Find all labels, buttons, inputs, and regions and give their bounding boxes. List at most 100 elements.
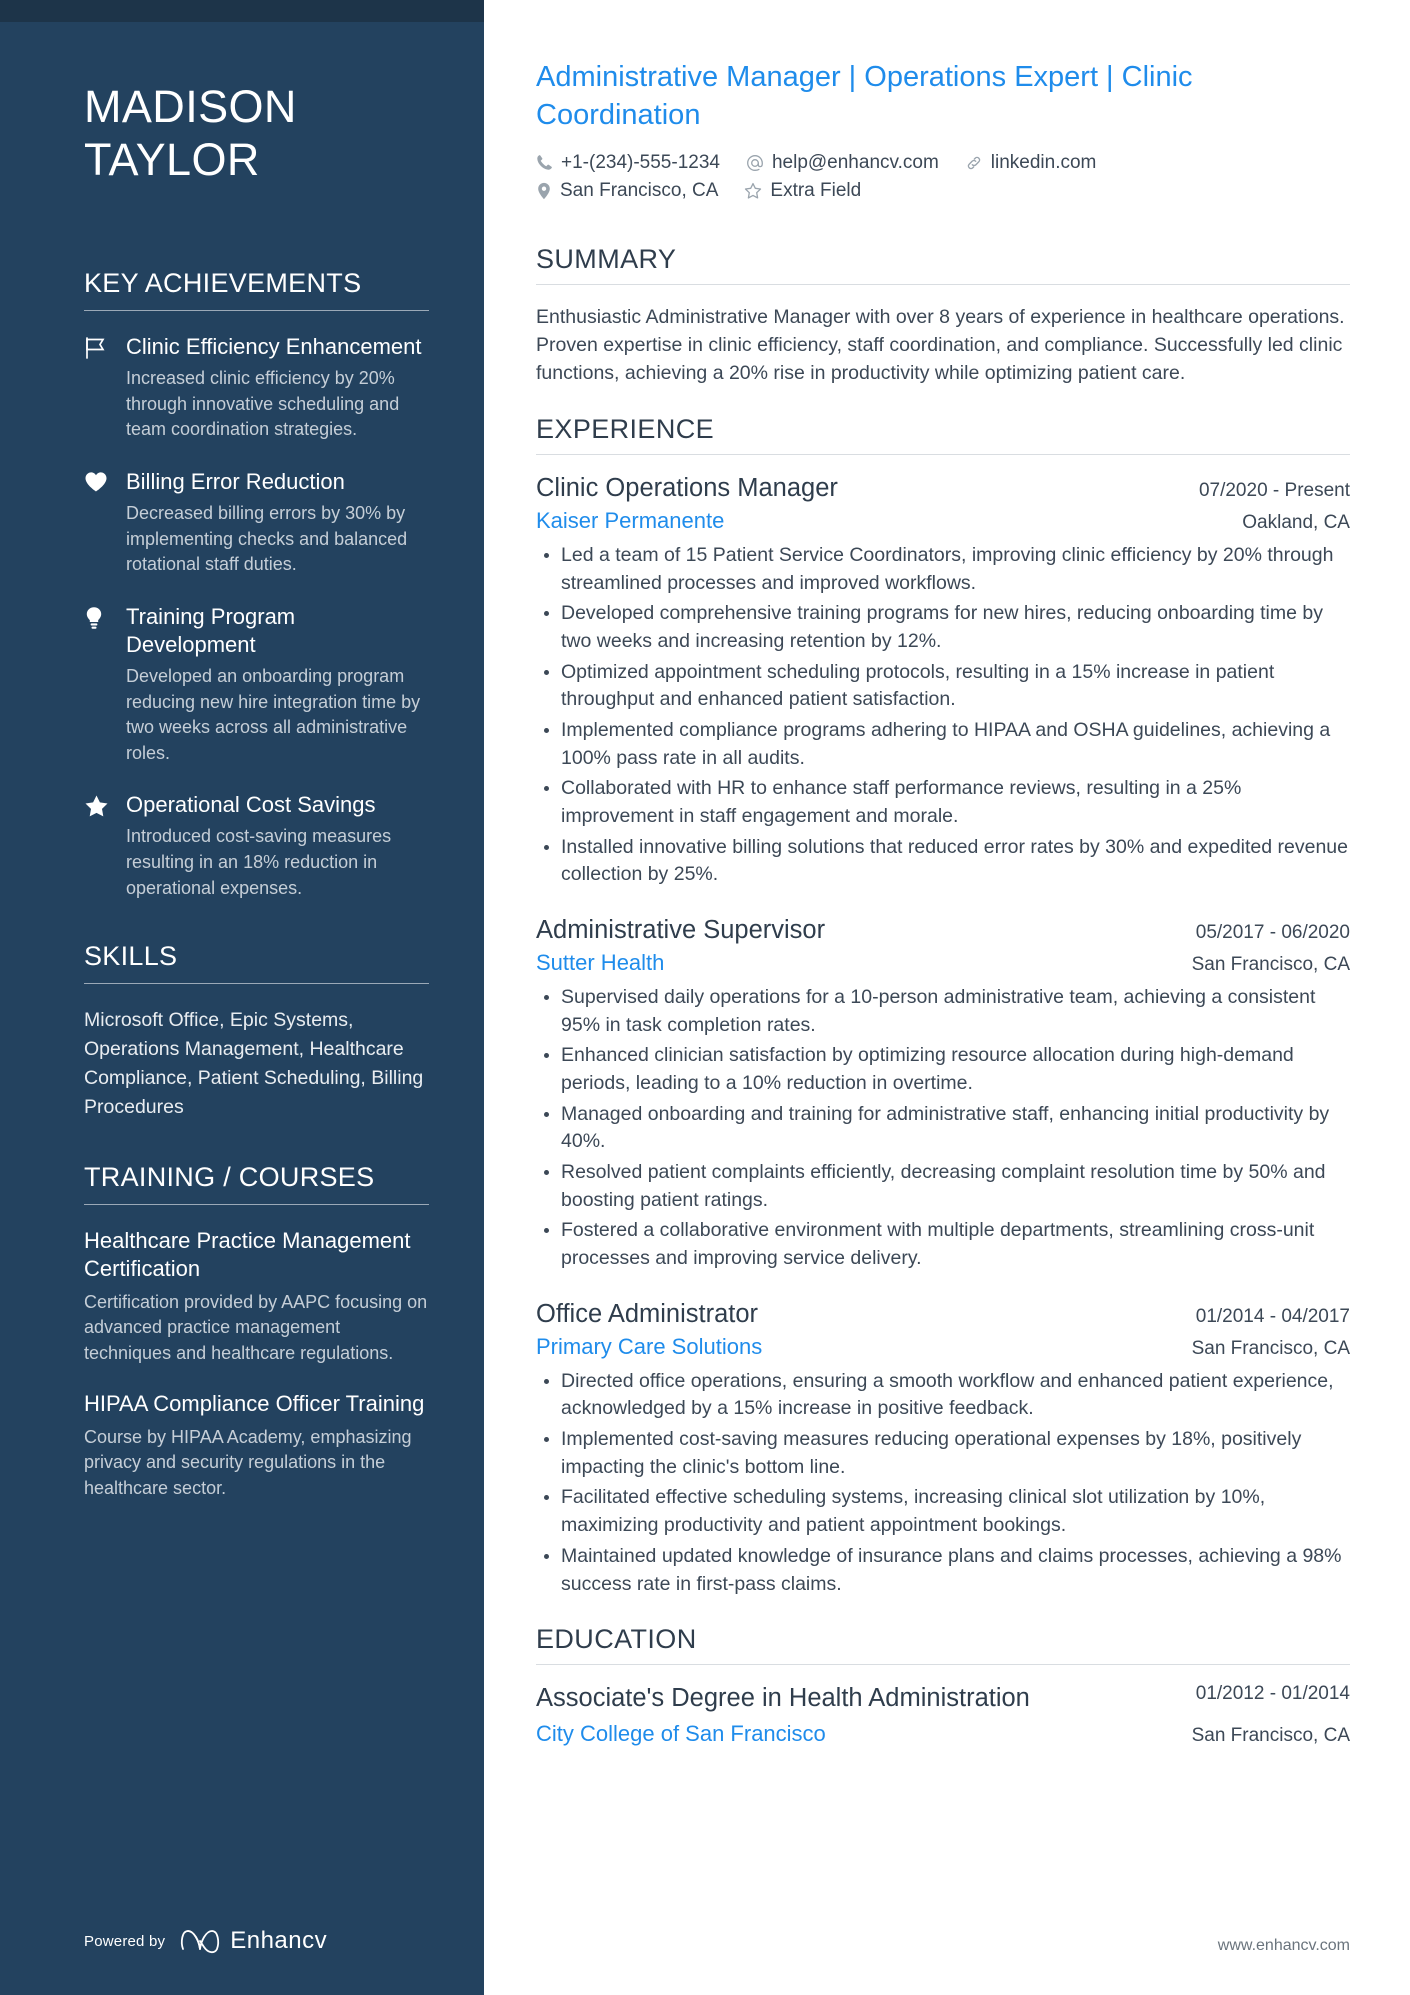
section-divider — [84, 1203, 429, 1205]
job-location: San Francisco, CA — [1191, 953, 1350, 975]
achievement-description: Introduced cost-saving measures resultin… — [126, 826, 392, 898]
job-bullet: Directed office operations, ensuring a s… — [536, 1368, 1350, 1423]
achievement-title: Training Program Development — [126, 603, 296, 657]
powered-by-label: Powered by — [84, 1932, 166, 1950]
achievement-title: Operational Cost Savings — [126, 792, 376, 818]
summary-heading: SUMMARY — [536, 243, 677, 274]
job-bullet: Implemented compliance programs adhering… — [536, 717, 1350, 772]
resume-page: MADISON TAYLOR KEY ACHIEVEMENTS Clinic E… — [0, 0, 1410, 1995]
job-location: Oakland, CA — [1242, 511, 1350, 533]
experience-entry: Clinic Operations Manager 07/2020 - Pres… — [536, 473, 1350, 889]
enhancv-wordmark: Enhancv — [230, 1927, 328, 1954]
contact-linkedin[interactable]: linkedin.com — [965, 151, 1097, 174]
job-date-range: 05/2017 - 06/2020 — [1195, 922, 1350, 944]
job-title: Office Administrator — [536, 1299, 759, 1328]
contact-info: +1-(234)-555-1234 help@enhancv.com linke… — [536, 152, 1350, 202]
experience-entry: Office Administrator 01/2014 - 04/2017 P… — [536, 1299, 1350, 1598]
job-bullet: Enhanced clinician satisfaction by optim… — [536, 1042, 1350, 1097]
enhancv-logo: Enhancv — [179, 1927, 327, 1955]
skills-heading: SKILLS — [84, 941, 178, 972]
job-bullets: Supervised daily operations for a 10-per… — [536, 984, 1350, 1273]
key-achievements-heading: KEY ACHIEVEMENTS — [84, 268, 362, 299]
sidebar-top-band — [0, 0, 484, 22]
achievement-item: Operational Cost Savings Introduced cost… — [84, 791, 429, 901]
experience-entry: Administrative Supervisor 05/2017 - 06/2… — [536, 915, 1350, 1273]
experience-heading: EXPERIENCE — [536, 413, 715, 444]
job-bullet: Supervised daily operations for a 10-per… — [536, 984, 1350, 1039]
training-courses-heading: TRAINING / COURSES — [84, 1161, 375, 1192]
footer-website[interactable]: www.enhancv.com — [1218, 1937, 1350, 1955]
education-heading: EDUCATION — [536, 1624, 697, 1655]
achievement-description: Decreased billing errors by 30% by imple… — [126, 503, 408, 575]
training-courses-section: TRAINING / COURSES Healthcare Practice M… — [84, 1162, 429, 1502]
summary-section: SUMMARY Enthusiastic Administrative Mana… — [536, 244, 1350, 388]
education-section: EDUCATION Associate's Degree in Health A… — [536, 1624, 1350, 1747]
achievement-description: Developed an onboarding program reducing… — [126, 666, 421, 763]
phone-text: +1-(234)-555-1234 — [561, 151, 720, 173]
location-text: San Francisco, CA — [560, 179, 719, 201]
enhancv-mark-icon — [181, 1930, 220, 1954]
job-date-range: 01/2014 - 04/2017 — [1195, 1305, 1350, 1327]
last-name: TAYLOR — [84, 134, 260, 186]
job-location: San Francisco, CA — [1191, 1337, 1350, 1359]
email-text: help@enhancv.com — [771, 151, 939, 173]
contact-row-1: +1-(234)-555-1234 help@enhancv.com linke… — [536, 152, 1350, 174]
job-bullet: Led a team of 15 Patient Service Coordin… — [536, 542, 1350, 597]
job-bullet: Installed innovative billing solutions t… — [536, 834, 1350, 889]
heart-icon — [84, 468, 126, 493]
course-title: Healthcare Practice Management Certifica… — [84, 1227, 411, 1282]
achievement-description: Increased clinic efficiency by 20% throu… — [126, 368, 400, 440]
skills-section: SKILLS Microsoft Office, Epic Systems, O… — [84, 941, 429, 1121]
education-entry: Associate's Degree in Health Administrat… — [536, 1683, 1350, 1747]
job-date-range: 07/2020 - Present — [1198, 479, 1350, 501]
job-bullet: Implemented cost-saving measures reducin… — [536, 1426, 1350, 1481]
education-date-range: 01/2012 - 01/2014 — [1195, 1683, 1350, 1705]
section-divider — [84, 983, 429, 985]
contact-phone[interactable]: +1-(234)-555-1234 — [536, 152, 720, 174]
summary-text: Enthusiastic Administrative Manager with… — [536, 305, 1345, 385]
education-location: San Francisco, CA — [1191, 1725, 1350, 1747]
job-bullet: Collaborated with HR to enhance staff pe… — [536, 775, 1350, 830]
job-bullet: Facilitated effective scheduling systems… — [536, 1484, 1350, 1539]
section-divider — [84, 310, 429, 312]
first-name: MADISON — [84, 81, 297, 132]
experience-section: EXPERIENCE Clinic Operations Manager 07/… — [536, 414, 1350, 1598]
key-achievements-section: KEY ACHIEVEMENTS Clinic Efficiency Enhan… — [84, 268, 429, 901]
achievement-title: Clinic Efficiency Enhancement — [126, 334, 422, 360]
professional-headline: Administrative Manager | Operations Expe… — [536, 61, 1193, 132]
contact-extra-field: Extra Field — [744, 180, 861, 202]
job-title: Clinic Operations Manager — [536, 473, 838, 502]
linkedin-text: linkedin.com — [990, 151, 1097, 173]
job-company[interactable]: Kaiser Permanente — [536, 508, 724, 534]
job-bullet: Optimized appointment scheduling protoco… — [536, 659, 1350, 714]
sidebar-footer: Powered by Enhancv — [0, 1927, 484, 1995]
course-description: Course by HIPAA Academy, emphasizing pri… — [84, 1426, 412, 1499]
lightbulb-icon — [84, 603, 126, 630]
achievement-item: Training Program Development Developed a… — [84, 603, 429, 767]
section-divider — [536, 283, 1350, 285]
contact-email[interactable]: help@enhancv.com — [746, 152, 939, 174]
job-bullet: Fostered a collaborative environment wit… — [536, 1217, 1350, 1272]
contact-location: San Francisco, CA — [536, 180, 718, 202]
sidebar: MADISON TAYLOR KEY ACHIEVEMENTS Clinic E… — [0, 0, 484, 1995]
job-bullet: Developed comprehensive training program… — [536, 600, 1350, 655]
location-pin-icon — [536, 182, 552, 200]
course-item: HIPAA Compliance Officer Training Course… — [84, 1390, 429, 1501]
education-degree: Associate's Degree in Health Administrat… — [536, 1684, 1030, 1713]
job-bullets: Directed office operations, ensuring a s… — [536, 1368, 1350, 1599]
job-company[interactable]: Sutter Health — [536, 950, 664, 976]
job-bullets: Led a team of 15 Patient Service Coordin… — [536, 542, 1350, 889]
education-school[interactable]: City College of San Francisco — [536, 1721, 826, 1747]
course-description: Certification provided by AAPC focusing … — [84, 1291, 428, 1363]
job-company[interactable]: Primary Care Solutions — [536, 1334, 762, 1360]
achievement-title: Billing Error Reduction — [126, 468, 345, 494]
job-bullet: Managed onboarding and training for admi… — [536, 1101, 1350, 1156]
link-icon — [965, 154, 983, 172]
achievement-item: Billing Error Reduction Decreased billin… — [84, 468, 429, 578]
main-content: Administrative Manager | Operations Expe… — [484, 0, 1410, 1995]
job-bullet: Resolved patient complaints efficiently,… — [536, 1159, 1350, 1214]
extra-field-text: Extra Field — [770, 179, 862, 201]
job-bullet: Maintained updated knowledge of insuranc… — [536, 1543, 1350, 1598]
phone-icon — [536, 154, 553, 171]
section-divider — [536, 1664, 1350, 1666]
